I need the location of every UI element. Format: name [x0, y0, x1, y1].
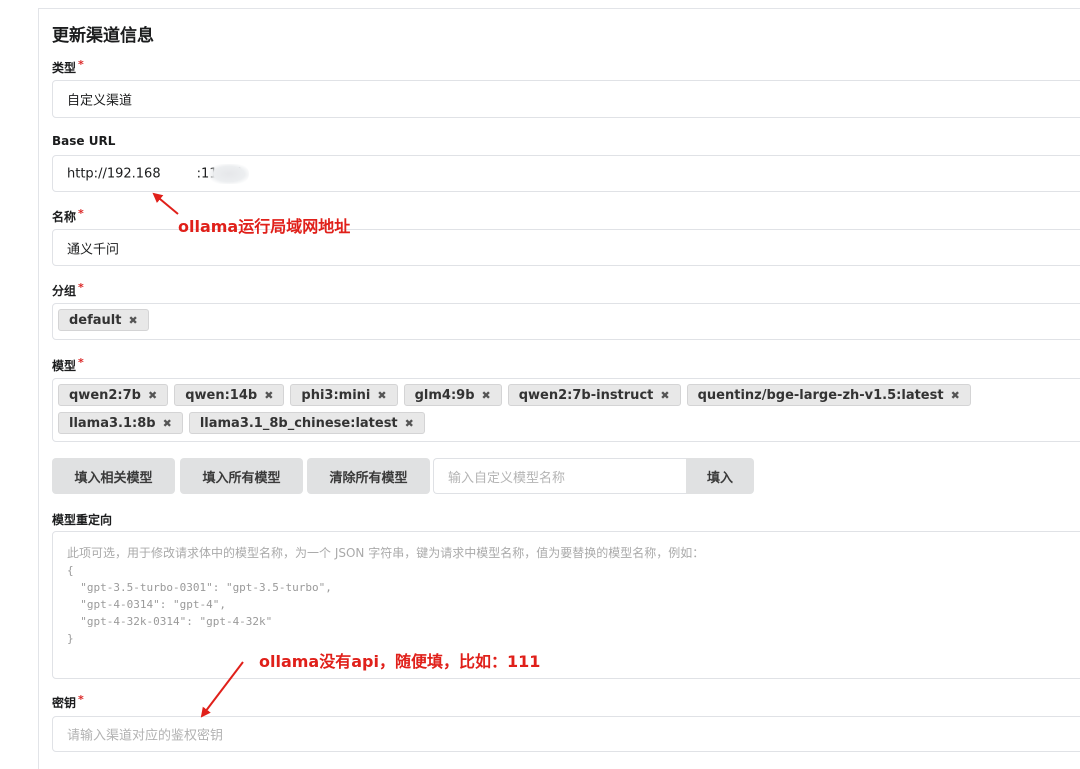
fill-all-models-button[interactable]: 填入所有模型	[180, 458, 303, 494]
remove-chip-icon[interactable]: ✖	[660, 389, 669, 402]
model-chip[interactable]: qwen2:7b-instruct ✖	[507, 384, 681, 406]
custom-model-input[interactable]: 输入自定义模型名称	[433, 458, 687, 494]
secret-placeholder: 请输入渠道对应的鉴权密钥	[67, 728, 224, 744]
models-select[interactable]: qwen2:7b ✖ qwen:14b ✖ phi3:mini ✖ glm4:9b ✖ qwen…	[52, 378, 1080, 442]
secret-input[interactable]: 请输入渠道对应的鉴权密钥	[52, 716, 1080, 752]
page-title: 更新渠道信息	[52, 26, 154, 46]
type-value: 自定义渠道	[67, 93, 133, 109]
model-chip-label: glm4:9b	[414, 387, 475, 403]
model-chip-label: quentinz/bge-large-zh-v1.5:latest	[697, 387, 944, 403]
model-chip[interactable]: llama3.1_8b_chinese:latest ✖	[188, 412, 425, 434]
remove-chip-icon[interactable]: ✖	[163, 417, 172, 430]
group-chip-label: default	[69, 312, 122, 328]
clear-all-models-button[interactable]: 清除所有模型	[307, 458, 430, 494]
model-chip-label: llama3.1:8b	[69, 415, 156, 431]
secret-label: 密钥 *	[52, 693, 84, 710]
required-mark: *	[78, 281, 84, 294]
model-chip[interactable]: glm4:9b ✖	[403, 384, 502, 406]
redaction-blur	[209, 164, 249, 184]
required-mark: *	[78, 356, 84, 369]
fill-custom-model-button[interactable]: 填入	[686, 458, 754, 494]
remove-chip-icon[interactable]: ✖	[128, 314, 137, 327]
model-chip-label: phi3:mini	[301, 387, 371, 403]
required-mark: *	[78, 58, 84, 71]
remove-chip-icon[interactable]: ✖	[148, 389, 157, 402]
model-redirect-label: 模型重定向	[52, 513, 113, 527]
group-chip-list: default ✖	[58, 309, 1080, 331]
remove-chip-icon[interactable]: ✖	[264, 389, 273, 402]
model-chip-label: qwen2:7b	[69, 387, 141, 403]
base-url-value-prefix: http://192.168	[67, 166, 161, 181]
remove-chip-icon[interactable]: ✖	[405, 417, 414, 430]
required-mark: *	[78, 207, 84, 220]
fill-related-models-button[interactable]: 填入相关模型	[52, 458, 175, 494]
model-redirect-example: { "gpt-3.5-turbo-0301": "gpt-3.5-turbo",…	[67, 564, 332, 645]
group-chip[interactable]: default ✖	[58, 309, 149, 331]
remove-chip-icon[interactable]: ✖	[951, 389, 960, 402]
name-label: 名称 *	[52, 207, 84, 224]
model-chip[interactable]: quentinz/bge-large-zh-v1.5:latest ✖	[686, 384, 971, 406]
model-chip[interactable]: llama3.1:8b ✖	[58, 412, 183, 434]
model-redirect-hint: 此项可选，用于修改请求体中的模型名称，为一个 JSON 字符串，键为请求中模型名…	[67, 546, 705, 560]
model-chip-label: qwen:14b	[185, 387, 258, 403]
model-chip[interactable]: qwen:14b ✖	[174, 384, 285, 406]
group-select[interactable]: default ✖	[52, 303, 1080, 340]
annotation-no-api: ollama没有api，随便填，比如：111	[259, 652, 541, 671]
model-chip-label: qwen2:7b-instruct	[518, 387, 654, 403]
annotation-lan-address: ollama运行局域网地址	[178, 217, 351, 236]
remove-chip-icon[interactable]: ✖	[377, 389, 386, 402]
type-label: 类型 *	[52, 58, 84, 75]
model-chip[interactable]: qwen2:7b ✖	[58, 384, 169, 406]
group-label: 分组 *	[52, 281, 84, 298]
models-label: 模型 *	[52, 356, 84, 373]
base-url-input[interactable]: http://192.168:11434	[52, 155, 1080, 192]
remove-chip-icon[interactable]: ✖	[482, 389, 491, 402]
base-url-label: Base URL	[52, 134, 116, 148]
model-chip-list: qwen2:7b ✖ qwen:14b ✖ phi3:mini ✖ glm4:9b ✖ qwen…	[58, 384, 1080, 434]
model-chip[interactable]: phi3:mini ✖	[290, 384, 398, 406]
model-redirect-textarea[interactable]: 此项可选，用于修改请求体中的模型名称，为一个 JSON 字符串，键为请求中模型名…	[52, 531, 1080, 679]
type-select[interactable]: 自定义渠道	[52, 80, 1080, 118]
model-chip-label: llama3.1_8b_chinese:latest	[199, 415, 398, 431]
required-mark: *	[78, 693, 84, 706]
name-value: 通义千问	[67, 242, 120, 257]
